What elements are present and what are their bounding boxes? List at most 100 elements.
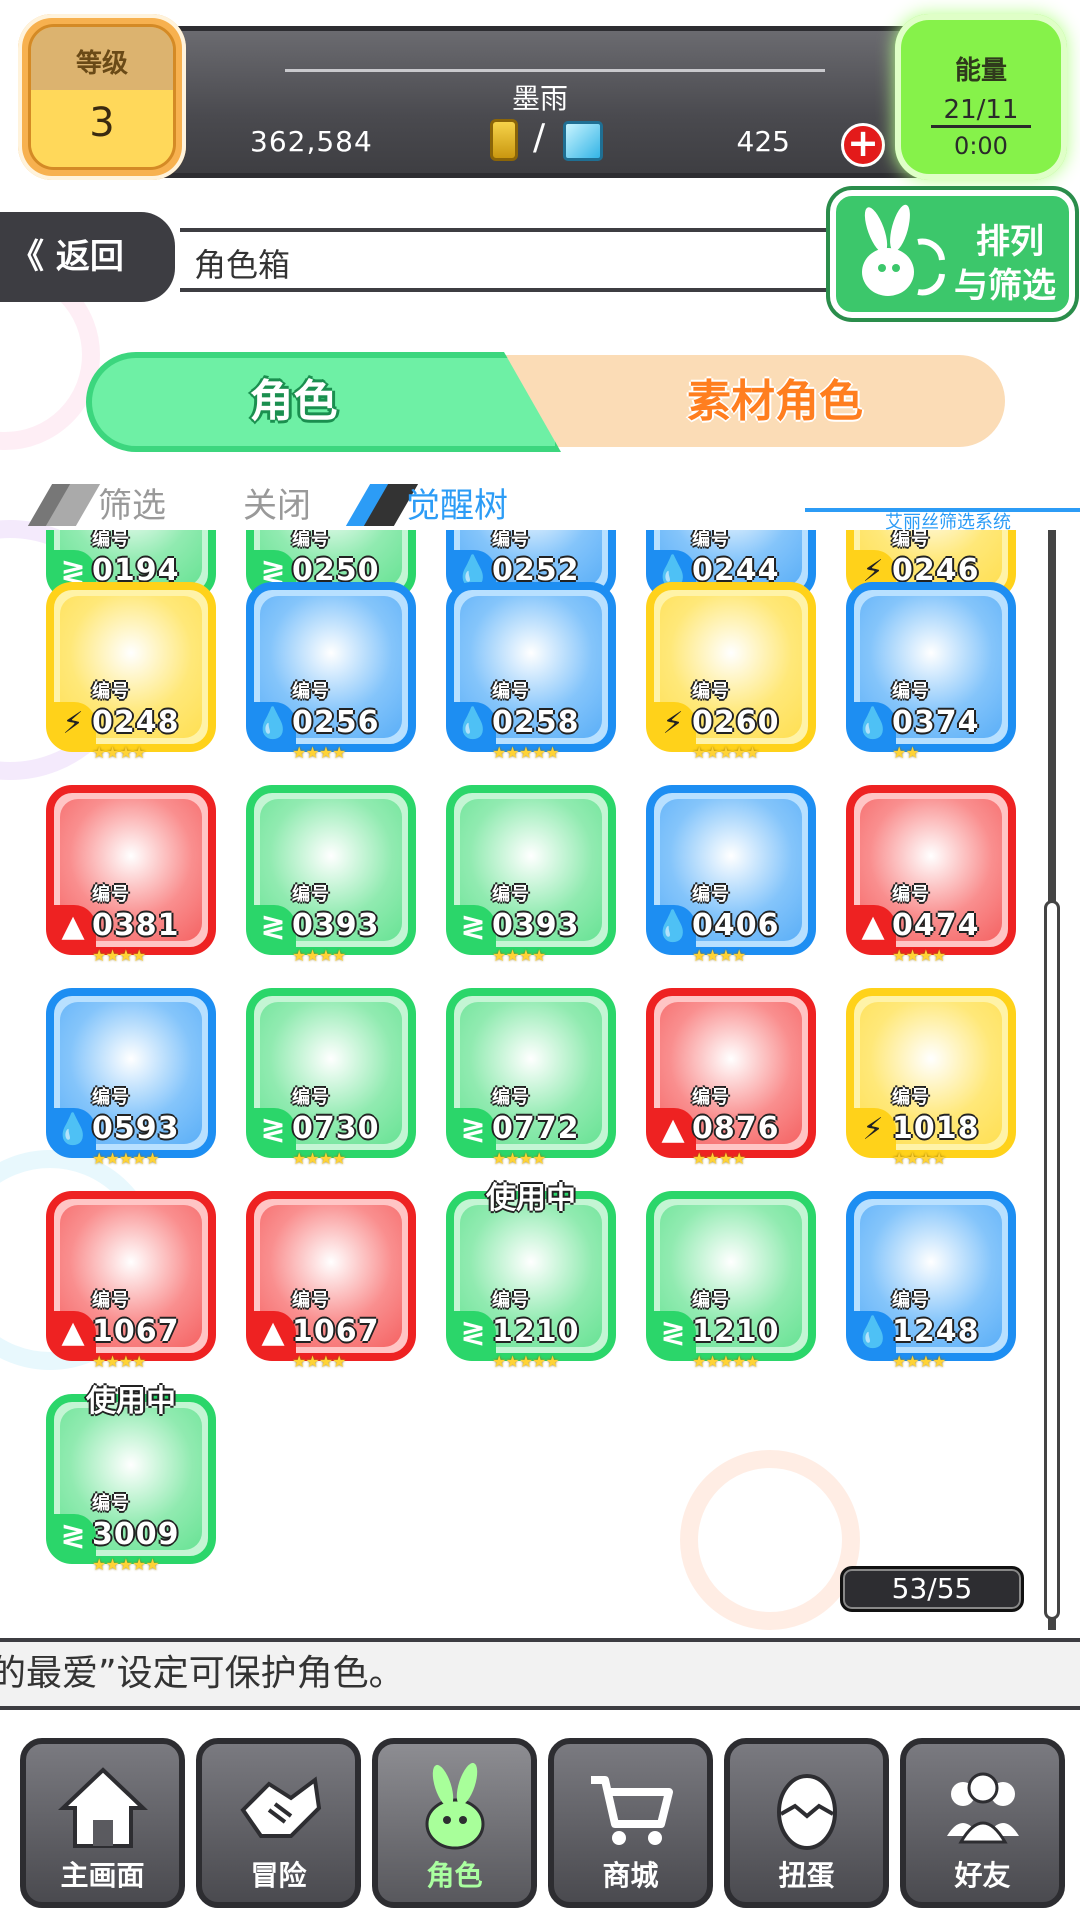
rarity-stars: ★★★★★: [92, 1149, 160, 1168]
character-card[interactable]: ≷ 编号0393 ★★★★: [246, 785, 416, 965]
water-element-icon: 💧: [850, 1311, 896, 1357]
character-card[interactable]: ≷ 编号1210 ★★★★★ 使用中: [446, 1181, 616, 1371]
rarity-stars: ★★★★: [292, 1352, 346, 1371]
tip-text: 的最爱”设定可保护角色。: [0, 1653, 405, 1694]
water-element-icon: 💧: [650, 905, 696, 951]
character-number: 编号0474: [892, 884, 980, 943]
character-card[interactable]: ⚡ 编号0248 ★★★★: [46, 582, 216, 762]
energy-value: 21/11: [943, 95, 1019, 125]
character-number: 编号1067: [292, 1290, 380, 1349]
character-number: 编号0258: [492, 681, 580, 740]
back-label: 返回: [55, 237, 124, 277]
bottom-navigation: 主画面 冒险 角色 商城 扭蛋 好友: [0, 1710, 1080, 1920]
fire-element-icon: ▲: [50, 1311, 96, 1357]
character-card[interactable]: ≷ 编号0772 ★★★★: [446, 988, 616, 1168]
character-card[interactable]: ⚡ 编号0260 ★★★★★: [646, 582, 816, 762]
character-card[interactable]: 💧 编号0258 ★★★★★: [446, 582, 616, 762]
character-card[interactable]: 💧 编号1248 ★★★★: [846, 1191, 1016, 1371]
character-number: 编号0593: [92, 1087, 180, 1146]
tab-characters[interactable]: 角色: [86, 352, 561, 452]
nav-button-label: 冒险: [250, 1859, 307, 1892]
scrollbar-thumb[interactable]: [1044, 900, 1060, 1620]
rabbit-icon: [378, 1758, 531, 1858]
character-card[interactable]: 💧 编号0256 ★★★★: [246, 582, 416, 762]
character-card[interactable]: 💧 编号0374 ★★: [846, 582, 1016, 762]
nav-button-cart[interactable]: 商城: [548, 1738, 713, 1908]
character-number: 编号0244: [692, 530, 780, 588]
rarity-stars: ★★★★: [292, 743, 346, 762]
back-button[interactable]: 《 返回: [0, 212, 175, 302]
character-card[interactable]: ▲ 编号1067 ★★★★: [246, 1191, 416, 1371]
level-badge: 等级 3: [18, 14, 186, 180]
rarity-stars: ★★★★★: [492, 1352, 560, 1371]
rarity-stars: ★★★★: [692, 1149, 746, 1168]
rarity-stars: ★★★★: [92, 743, 146, 762]
nav-button-label: 角色: [426, 1859, 483, 1892]
character-card[interactable]: ▲ 编号0876 ★★★★: [646, 988, 816, 1168]
character-card[interactable]: 💧 编号0406 ★★★★: [646, 785, 816, 965]
character-card[interactable]: ▲ 编号0474 ★★★★: [846, 785, 1016, 965]
character-number: 编号0374: [892, 681, 980, 740]
filter-toggle[interactable]: 筛选: [98, 478, 166, 527]
sort-filter-button[interactable]: 排列 与筛选: [830, 190, 1075, 318]
nav-button-friends[interactable]: 好友: [900, 1738, 1065, 1908]
character-grid: ≷编号0194★★★★≷编号0250★★★★💧编号0252★★★★💧编号0244…: [40, 530, 1050, 1630]
character-card[interactable]: ▲ 编号0381 ★★★★: [46, 785, 216, 965]
character-card[interactable]: ≷ 编号3009 ★★★★★ 使用中: [46, 1384, 216, 1574]
character-number: 编号0246: [892, 530, 980, 588]
character-number: 编号0772: [492, 1087, 580, 1146]
character-number: 编号0248: [92, 681, 180, 740]
character-number: 编号3009: [92, 1493, 180, 1552]
nav-button-home[interactable]: 主画面: [20, 1738, 185, 1908]
currency-separator: /: [533, 117, 546, 158]
add-currency-button[interactable]: +: [841, 123, 885, 167]
tab-material-characters[interactable]: 素材角色: [610, 358, 940, 446]
awakening-tree-tab[interactable]: 觉醒树: [406, 478, 508, 527]
nav-button-rabbit[interactable]: 角色: [372, 1738, 537, 1908]
nav-button-egg[interactable]: 扭蛋: [724, 1738, 889, 1908]
energy-label: 能量: [954, 56, 1007, 86]
energy-timer: 0:00: [954, 132, 1008, 160]
player-status-bar: 墨雨 362,584 / 425 +: [140, 26, 940, 178]
character-card[interactable]: ⚡ 编号1018 ★★★★: [846, 988, 1016, 1168]
character-number: 编号0256: [292, 681, 380, 740]
handshake-icon: [202, 1758, 355, 1858]
character-count: 53/55: [840, 1566, 1024, 1612]
gem-amount: 425: [736, 125, 790, 158]
character-number: 编号1067: [92, 1290, 180, 1349]
character-card[interactable]: ▲ 编号1067 ★★★★: [46, 1191, 216, 1371]
character-number: 编号0381: [92, 884, 180, 943]
character-card[interactable]: ≷ 编号0393 ★★★★: [446, 785, 616, 965]
in-use-badge: 使用中: [86, 1384, 176, 1419]
wind-element-icon: ≷: [250, 1108, 296, 1154]
character-number: 编号0730: [292, 1087, 380, 1146]
thunder-element-icon: ⚡: [50, 702, 96, 748]
character-number: 编号1248: [892, 1290, 980, 1349]
rarity-stars: ★★★★★: [92, 1555, 160, 1574]
character-number: 编号0393: [492, 884, 580, 943]
wind-element-icon: ≷: [450, 1108, 496, 1154]
character-card[interactable]: ≷ 编号1210 ★★★★★: [646, 1191, 816, 1371]
character-number: 编号0876: [692, 1087, 780, 1146]
water-element-icon: 💧: [850, 702, 896, 748]
fire-element-icon: ▲: [250, 1311, 296, 1357]
energy-badge[interactable]: 能量 21/11 0:00: [895, 14, 1067, 180]
sort-label-line1: 排列: [976, 222, 1044, 262]
rarity-stars: ★★★★★: [692, 1352, 760, 1371]
rarity-stars: ★★★★: [692, 946, 746, 965]
character-number: 编号1210: [492, 1290, 580, 1349]
fire-element-icon: ▲: [850, 905, 896, 951]
filter-close[interactable]: 关闭: [243, 478, 311, 527]
nav-button-label: 扭蛋: [778, 1859, 835, 1892]
character-card[interactable]: ≷ 编号0730 ★★★★: [246, 988, 416, 1168]
rarity-stars: ★★★★: [492, 946, 546, 965]
nav-button-handshake[interactable]: 冒险: [196, 1738, 361, 1908]
cart-icon: [554, 1758, 707, 1858]
character-card[interactable]: 💧 编号0593 ★★★★★: [46, 988, 216, 1168]
rarity-stars: ★★★★★: [692, 743, 760, 762]
gem-icon: [563, 121, 603, 161]
home-icon: [26, 1758, 179, 1858]
thunder-element-icon: ⚡: [650, 702, 696, 748]
character-number: 编号0393: [292, 884, 380, 943]
character-number: 编号0250: [292, 530, 380, 588]
